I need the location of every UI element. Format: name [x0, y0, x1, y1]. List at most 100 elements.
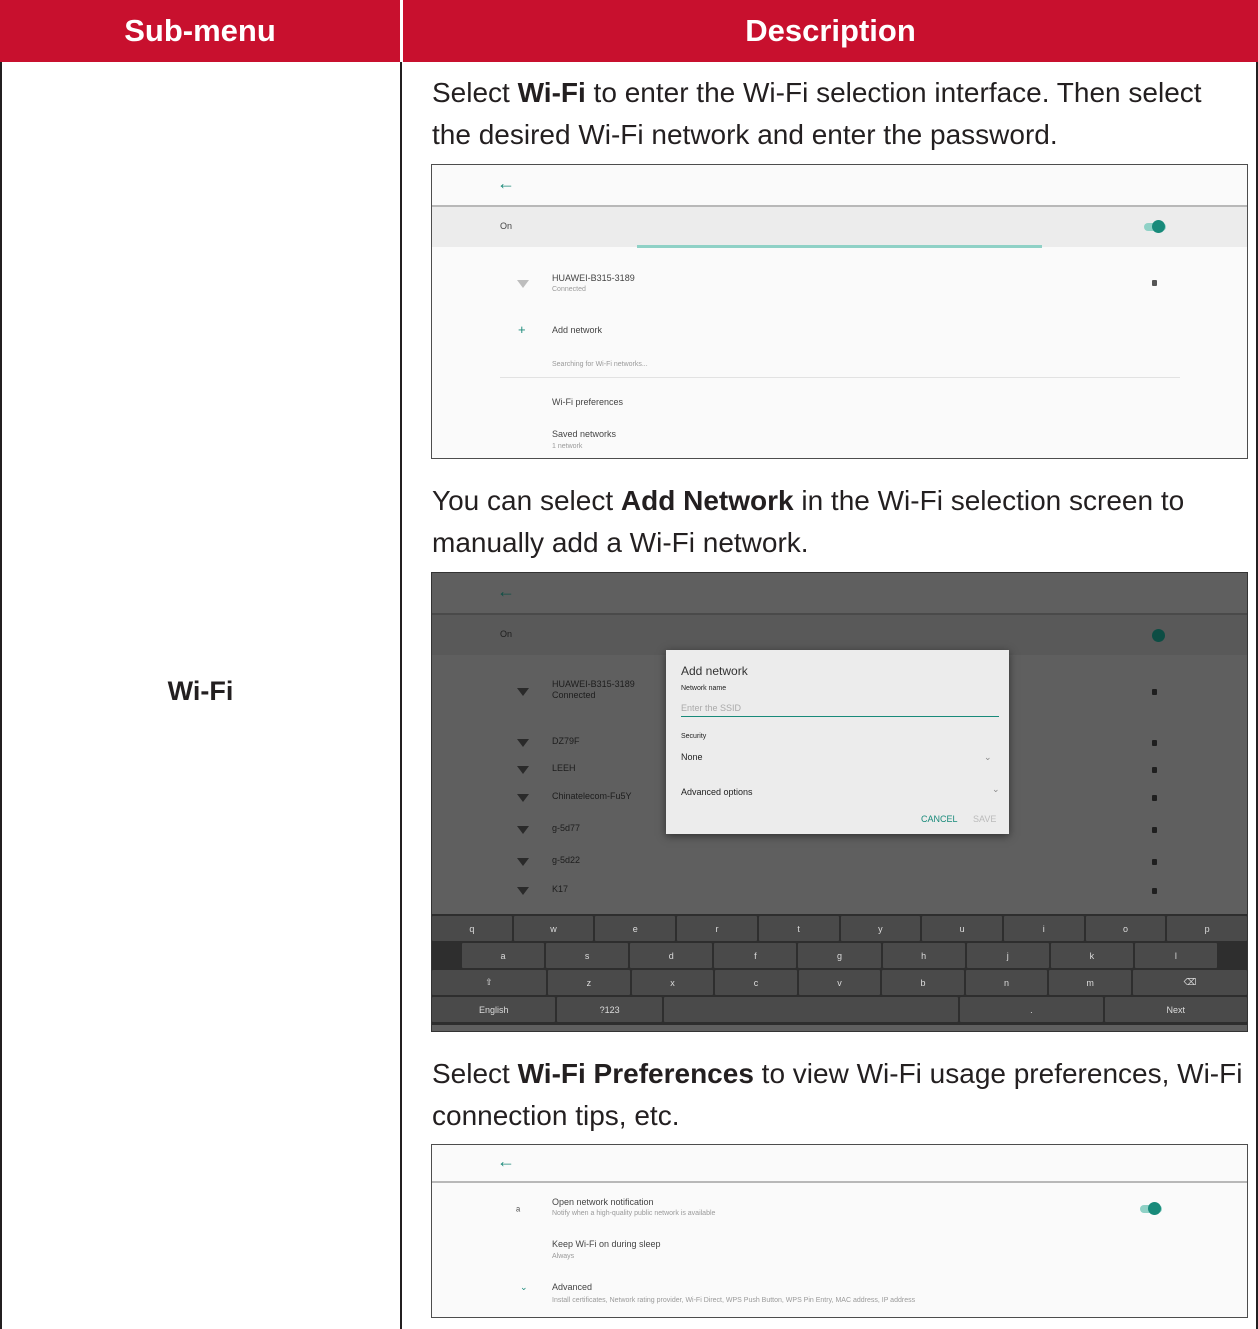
lock-icon	[1152, 280, 1157, 286]
wifi-signal-icon	[517, 280, 529, 288]
description-paragraph-3: Select Wi-Fi Preferences to view Wi-Fi u…	[432, 1053, 1247, 1137]
key: r	[677, 916, 757, 941]
key: h	[882, 943, 965, 968]
lock-icon	[1152, 859, 1157, 865]
key: a	[462, 943, 545, 968]
open-network-notification: Open network notification	[552, 1197, 654, 1207]
header-description: Description	[403, 0, 1258, 62]
cancel-button: CANCEL	[921, 814, 958, 824]
on-row: On	[432, 207, 1247, 247]
list-divider	[500, 377, 1180, 378]
keep-wifi-on-sub: Always	[552, 1253, 575, 1260]
wifi-notification-icon: ᵃ	[516, 1205, 521, 1217]
searching-text: Searching for Wi-Fi networks...	[552, 361, 648, 368]
on-label: On	[500, 221, 513, 231]
key: v	[798, 970, 881, 995]
on-screen-keyboard: q w e r t y u i o p a s d f g h j k l ⇧ …	[432, 914, 1247, 1025]
network-item: HUAWEI-B315-3189	[552, 679, 635, 689]
arrow-left-icon: ←	[497, 581, 515, 601]
advanced-options: Advanced options	[681, 787, 753, 797]
language-key: English	[432, 997, 556, 1022]
header-submenu: Sub-menu	[0, 0, 400, 62]
key: k	[1050, 943, 1133, 968]
key: n	[965, 970, 1048, 995]
lock-icon	[1152, 689, 1157, 695]
wifi-signal-icon	[517, 766, 529, 774]
key: x	[631, 970, 714, 995]
para3-bold: Wi-Fi Preferences	[517, 1058, 754, 1089]
document-table: Sub-menu Description Wi-Fi Select Wi-Fi …	[0, 0, 1258, 1329]
advanced-item: Advanced	[552, 1282, 593, 1292]
wifi-preferences-item: Wi-Fi preferences	[552, 397, 624, 407]
on-row: On	[432, 615, 1247, 655]
arrow-left-icon: ←	[497, 1151, 515, 1171]
toolbar-divider	[432, 1181, 1247, 1183]
ssid-underline	[681, 716, 999, 717]
wifi-signal-icon	[517, 887, 529, 895]
arrow-left-icon: ←	[497, 173, 515, 193]
key: q	[432, 916, 512, 941]
open-network-notification-sub: Notify when a high-quality public networ…	[552, 1210, 716, 1217]
network-item: LEEH	[552, 763, 576, 773]
lock-icon	[1152, 888, 1157, 894]
wifi-signal-icon	[517, 794, 529, 802]
key: p	[1167, 916, 1247, 941]
key: d	[630, 943, 713, 968]
toggle-knob	[1152, 629, 1165, 642]
save-button: SAVE	[973, 814, 997, 824]
add-network-item: Add network	[552, 325, 603, 335]
advanced-sub: Install certificates, Network rating pro…	[552, 1297, 916, 1304]
add-network-screenshot: ← On HUAWEI-B315-3189 Connected DZ79F LE…	[431, 572, 1248, 1032]
on-label: On	[500, 629, 513, 639]
key: c	[715, 970, 797, 995]
network-item: K17	[552, 884, 569, 894]
space-key	[663, 997, 959, 1022]
key: j	[966, 943, 1049, 968]
key: l	[1134, 943, 1217, 968]
key: g	[798, 943, 881, 968]
key: m	[1049, 970, 1131, 995]
keyboard-row-3: ⇧ z x c v b n m ⌫	[432, 970, 1247, 997]
network-status: Connected	[552, 690, 596, 700]
key: t	[758, 916, 839, 941]
description-paragraph-2: You can select Add Network in the Wi-Fi …	[432, 480, 1247, 564]
toggle-knob	[1148, 1202, 1161, 1215]
saved-networks-item: Saved networks	[552, 429, 617, 439]
period-key: .	[960, 997, 1103, 1022]
dialog-title: Add network	[681, 664, 748, 678]
network-item: Chinatelecom-Fu5Y	[552, 791, 632, 801]
key: w	[513, 916, 594, 941]
para1-text-a: Select	[432, 77, 518, 108]
scan-progress-bar	[637, 245, 1042, 248]
security-label: Security	[681, 733, 707, 740]
wifi-signal-icon	[517, 826, 529, 834]
keep-wifi-on: Keep Wi-Fi on during sleep	[552, 1239, 661, 1249]
wifi-preferences-screenshot: ← ᵃ Open network notification Notify whe…	[431, 1144, 1248, 1318]
wifi-signal-icon	[517, 739, 529, 747]
shift-key: ⇧	[432, 970, 547, 995]
key: b	[882, 970, 964, 995]
saved-count: 1 network	[552, 443, 583, 450]
keyboard-row-2: a s d f g h j k l	[432, 943, 1217, 970]
network-item: DZ79F	[552, 736, 580, 746]
backspace-key: ⌫	[1132, 970, 1247, 995]
key: s	[546, 943, 629, 968]
submenu-cell: Wi-Fi	[0, 62, 401, 1329]
lock-icon	[1152, 740, 1157, 746]
network-name: HUAWEI-B315-3189	[552, 273, 635, 283]
wifi-signal-icon	[517, 688, 529, 696]
key: z	[548, 970, 630, 995]
network-name-label: Network name	[681, 685, 727, 692]
lock-icon	[1152, 827, 1157, 833]
chevron-down-icon: ⌄	[992, 784, 1000, 794]
para2-text-a: You can select	[432, 485, 621, 516]
toggle-knob	[1152, 220, 1165, 233]
security-select: None	[681, 752, 703, 762]
network-item: g-5d22	[552, 855, 581, 865]
lock-icon	[1152, 795, 1157, 801]
para1-bold: Wi-Fi	[517, 77, 586, 108]
key: f	[714, 943, 797, 968]
para3-text-a: Select	[432, 1058, 518, 1089]
wifi-signal-icon	[517, 858, 529, 866]
key: y	[840, 916, 921, 941]
